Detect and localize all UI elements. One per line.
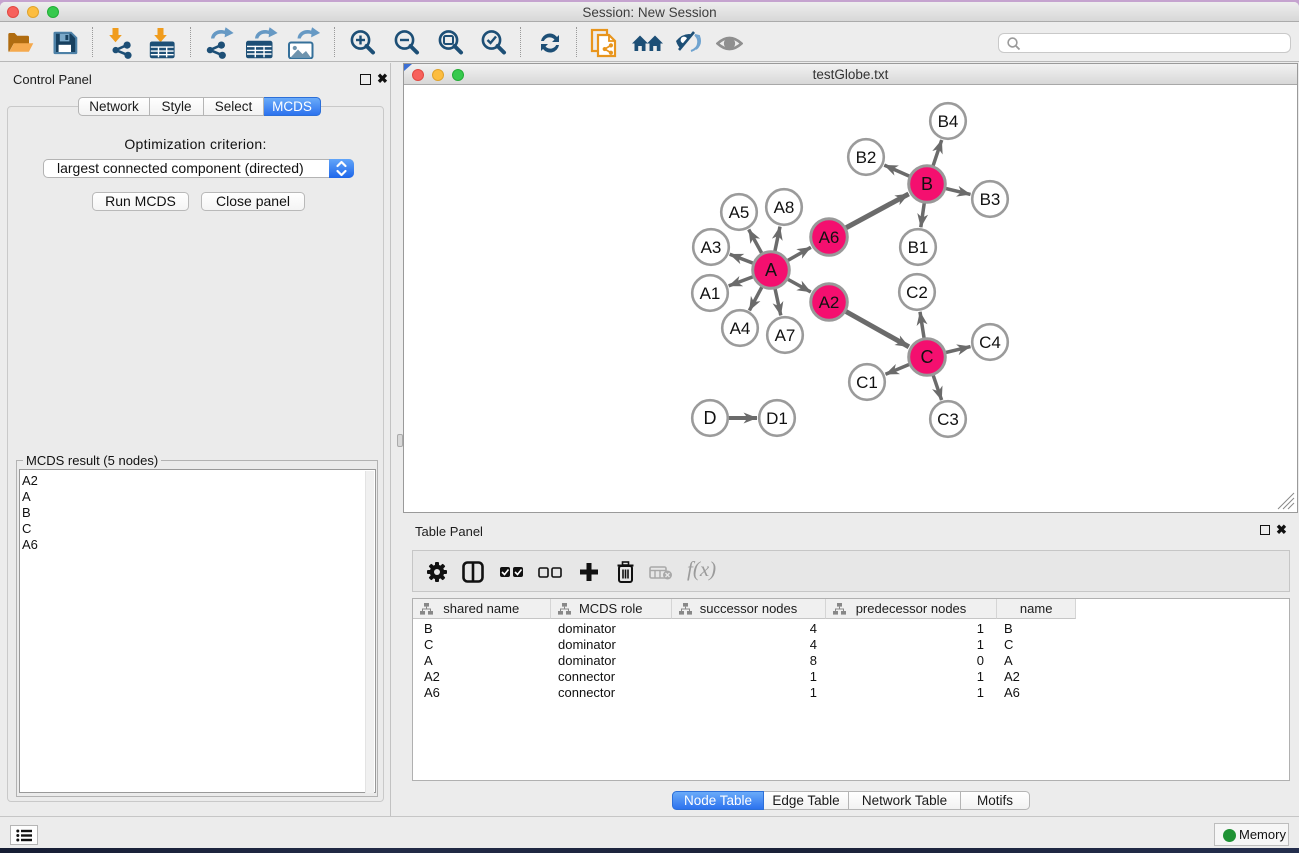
svg-text:B4: B4: [938, 112, 959, 131]
svg-text:B3: B3: [980, 190, 1001, 209]
svg-text:A1: A1: [700, 284, 721, 303]
svg-text:C1: C1: [856, 373, 878, 392]
svg-text:A: A: [765, 260, 777, 280]
svg-text:C4: C4: [979, 333, 1001, 352]
svg-text:B1: B1: [908, 238, 929, 257]
svg-text:D1: D1: [766, 409, 788, 428]
svg-text:A7: A7: [775, 326, 796, 345]
svg-text:D: D: [704, 408, 717, 428]
svg-text:C: C: [921, 347, 934, 367]
svg-text:A4: A4: [730, 319, 751, 338]
svg-text:A5: A5: [729, 203, 750, 222]
svg-text:A2: A2: [819, 293, 840, 312]
svg-text:C2: C2: [906, 283, 928, 302]
svg-text:A8: A8: [774, 198, 795, 217]
svg-text:B2: B2: [856, 148, 877, 167]
svg-text:A3: A3: [701, 238, 722, 257]
svg-text:A6: A6: [819, 228, 840, 247]
svg-text:B: B: [921, 174, 933, 194]
svg-text:C3: C3: [937, 410, 959, 429]
